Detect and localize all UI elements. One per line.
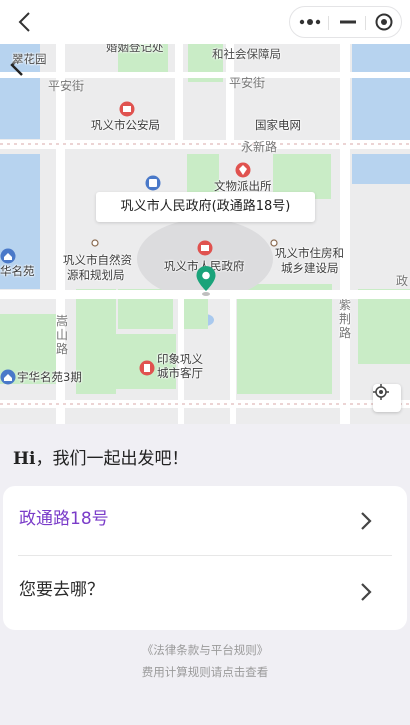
road-label-zheng: 政 — [396, 274, 409, 288]
map-label-housing-1: 巩义市住房和 — [275, 246, 344, 260]
station-poi-icon — [235, 162, 251, 178]
map-label-ziran-2: 源和规划局 — [67, 268, 125, 282]
map-label-police: 巩义市公安局 — [91, 118, 160, 132]
gov-poi-icon — [197, 240, 213, 256]
fee-rules-note[interactable]: 费用计算规则请点击查看 — [0, 664, 410, 680]
more-dots-icon[interactable] — [292, 7, 328, 37]
residence-poi-icon — [0, 248, 16, 264]
map-label-yinxiang-2: 城市客厅 — [157, 366, 203, 380]
map-label-marriage: 婚姻登记处 — [106, 44, 164, 54]
top-navbar — [0, 0, 410, 44]
legal-terms-link[interactable]: 《法律条款与平台规则》 — [0, 642, 410, 658]
map-label-wenwu: 文物派出所 — [214, 179, 272, 193]
map-label-huaming: 华名苑 — [0, 264, 35, 278]
road-label-yongxin: 永新路 — [241, 140, 278, 154]
road-label-pingan-left: 平安街 — [48, 79, 85, 93]
police-poi-icon — [119, 101, 135, 117]
route-card: 政通路18号 您要去哪？ — [3, 486, 407, 630]
bus-poi-icon — [145, 175, 161, 191]
destination-row[interactable]: 您要去哪？ — [3, 557, 407, 625]
greeting-hi: Hi — [13, 449, 36, 469]
miniapp-capsule — [289, 6, 402, 38]
capsule-divider — [328, 16, 329, 30]
dot-poi-icon — [91, 239, 99, 247]
back-arrow-icon[interactable] — [14, 10, 38, 34]
location-callout: 巩义市人民政府(政通路18号) — [96, 192, 315, 222]
map-label-grid: 国家电网 — [255, 118, 301, 132]
trip-panel: Hi，我们一起出发吧！ 政通路18号 您要去哪？ 《法律条款与平台规则》 费用计… — [0, 424, 410, 725]
row-divider — [18, 555, 392, 556]
greeting-text: ，我们一起出发吧！ — [35, 449, 189, 469]
chevron-right-icon — [361, 583, 372, 601]
origin-row[interactable]: 政通路18号 — [3, 486, 407, 554]
minimize-icon[interactable] — [330, 7, 366, 37]
greeting: Hi，我们一起出发吧！ — [13, 444, 189, 469]
road-label-pingan-right: 平安街 — [229, 76, 266, 90]
origin-address: 政通路18号 — [19, 509, 109, 529]
map-label-social-security: 和社会保障局 — [212, 47, 281, 61]
map-view[interactable]: 翠花园 婚姻登记处 和社会保障局 平安街 平安街 巩义市公安局 国家电网 永新路… — [0, 44, 410, 424]
locate-button[interactable] — [373, 384, 401, 412]
road-label-songshan-3: 路 — [56, 342, 69, 356]
chevron-right-icon — [361, 512, 372, 530]
map-label-huayuan: 翠花园 — [12, 52, 47, 66]
map-label-ziran-1: 巩义市自然资 — [63, 253, 132, 267]
map-label-housing-2: 城乡建设局 — [281, 261, 339, 275]
map-label-yinxiang-1: 印象巩义 — [157, 352, 203, 366]
location-pin-icon — [196, 266, 216, 296]
close-target-icon[interactable] — [366, 7, 402, 37]
locate-icon — [373, 384, 389, 400]
destination-input: 您要去哪？ — [19, 580, 104, 600]
residence-poi-icon — [0, 369, 16, 385]
road-label-zijing-3: 路 — [339, 326, 352, 340]
map-canvas — [0, 44, 410, 424]
map-label-yuhua: 宇华名苑3期 — [17, 370, 82, 384]
hotel-poi-icon — [139, 360, 155, 376]
